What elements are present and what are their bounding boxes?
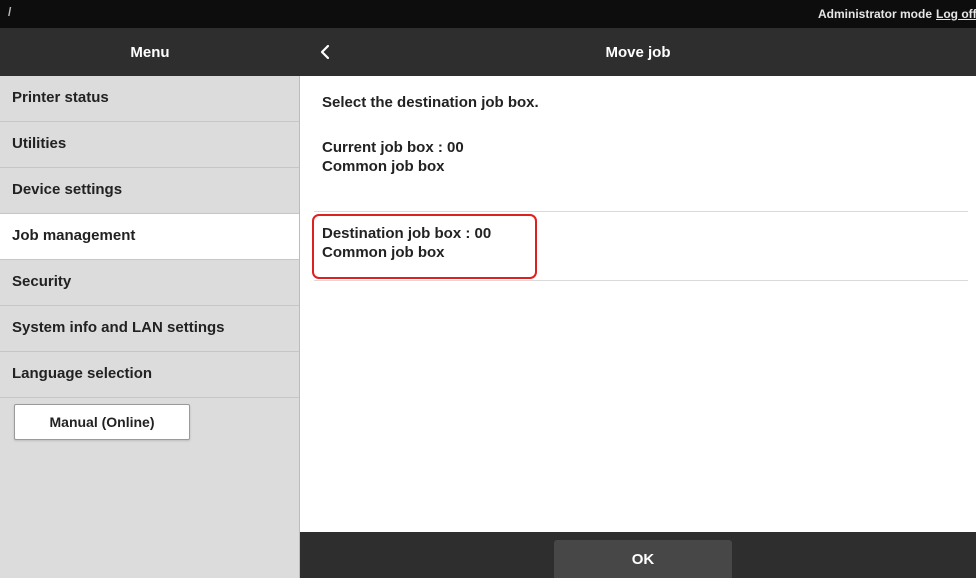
current-job-box-number: Current job box : 00 [322,139,464,156]
main-header: Move job [300,28,976,76]
sidebar-item-device-settings[interactable]: Device settings [0,168,299,214]
current-job-box: Current job box : 00 Common job box [322,138,464,176]
top-bar: / Administrator mode Log off [0,0,976,28]
manual-online-button[interactable]: Manual (Online) [14,404,190,440]
back-button[interactable] [310,28,340,76]
admin-mode-label: Administrator mode [817,7,932,21]
instruction-text: Select the destination job box. [322,94,539,111]
destination-job-box[interactable]: Destination job box : 00 Common job box [312,214,537,279]
page-title: Move job [605,43,671,61]
path-separator: / [8,5,12,19]
divider [314,211,968,212]
destination-job-box-name: Common job box [322,244,445,261]
chevron-left-icon [320,44,330,60]
bottom-bar: OK [300,532,976,578]
sidebar-item-printer-status[interactable]: Printer status [0,76,299,122]
ok-button[interactable]: OK [554,540,732,578]
divider [314,280,968,281]
sidebar-item-language-selection[interactable]: Language selection [0,352,299,398]
logout-link[interactable]: Log off [936,7,976,21]
sidebar: Printer status Utilities Device settings… [0,76,300,578]
sidebar-item-security[interactable]: Security [0,260,299,306]
sidebar-item-job-management[interactable]: Job management [0,214,299,260]
sidebar-item-system-info[interactable]: System info and LAN settings [0,306,299,352]
menu-header: Menu [0,28,300,76]
main-content: Select the destination job box. Current … [300,76,976,532]
sidebar-item-utilities[interactable]: Utilities [0,122,299,168]
current-job-box-name: Common job box [322,158,445,175]
destination-job-box-number: Destination job box : 00 [322,225,492,242]
